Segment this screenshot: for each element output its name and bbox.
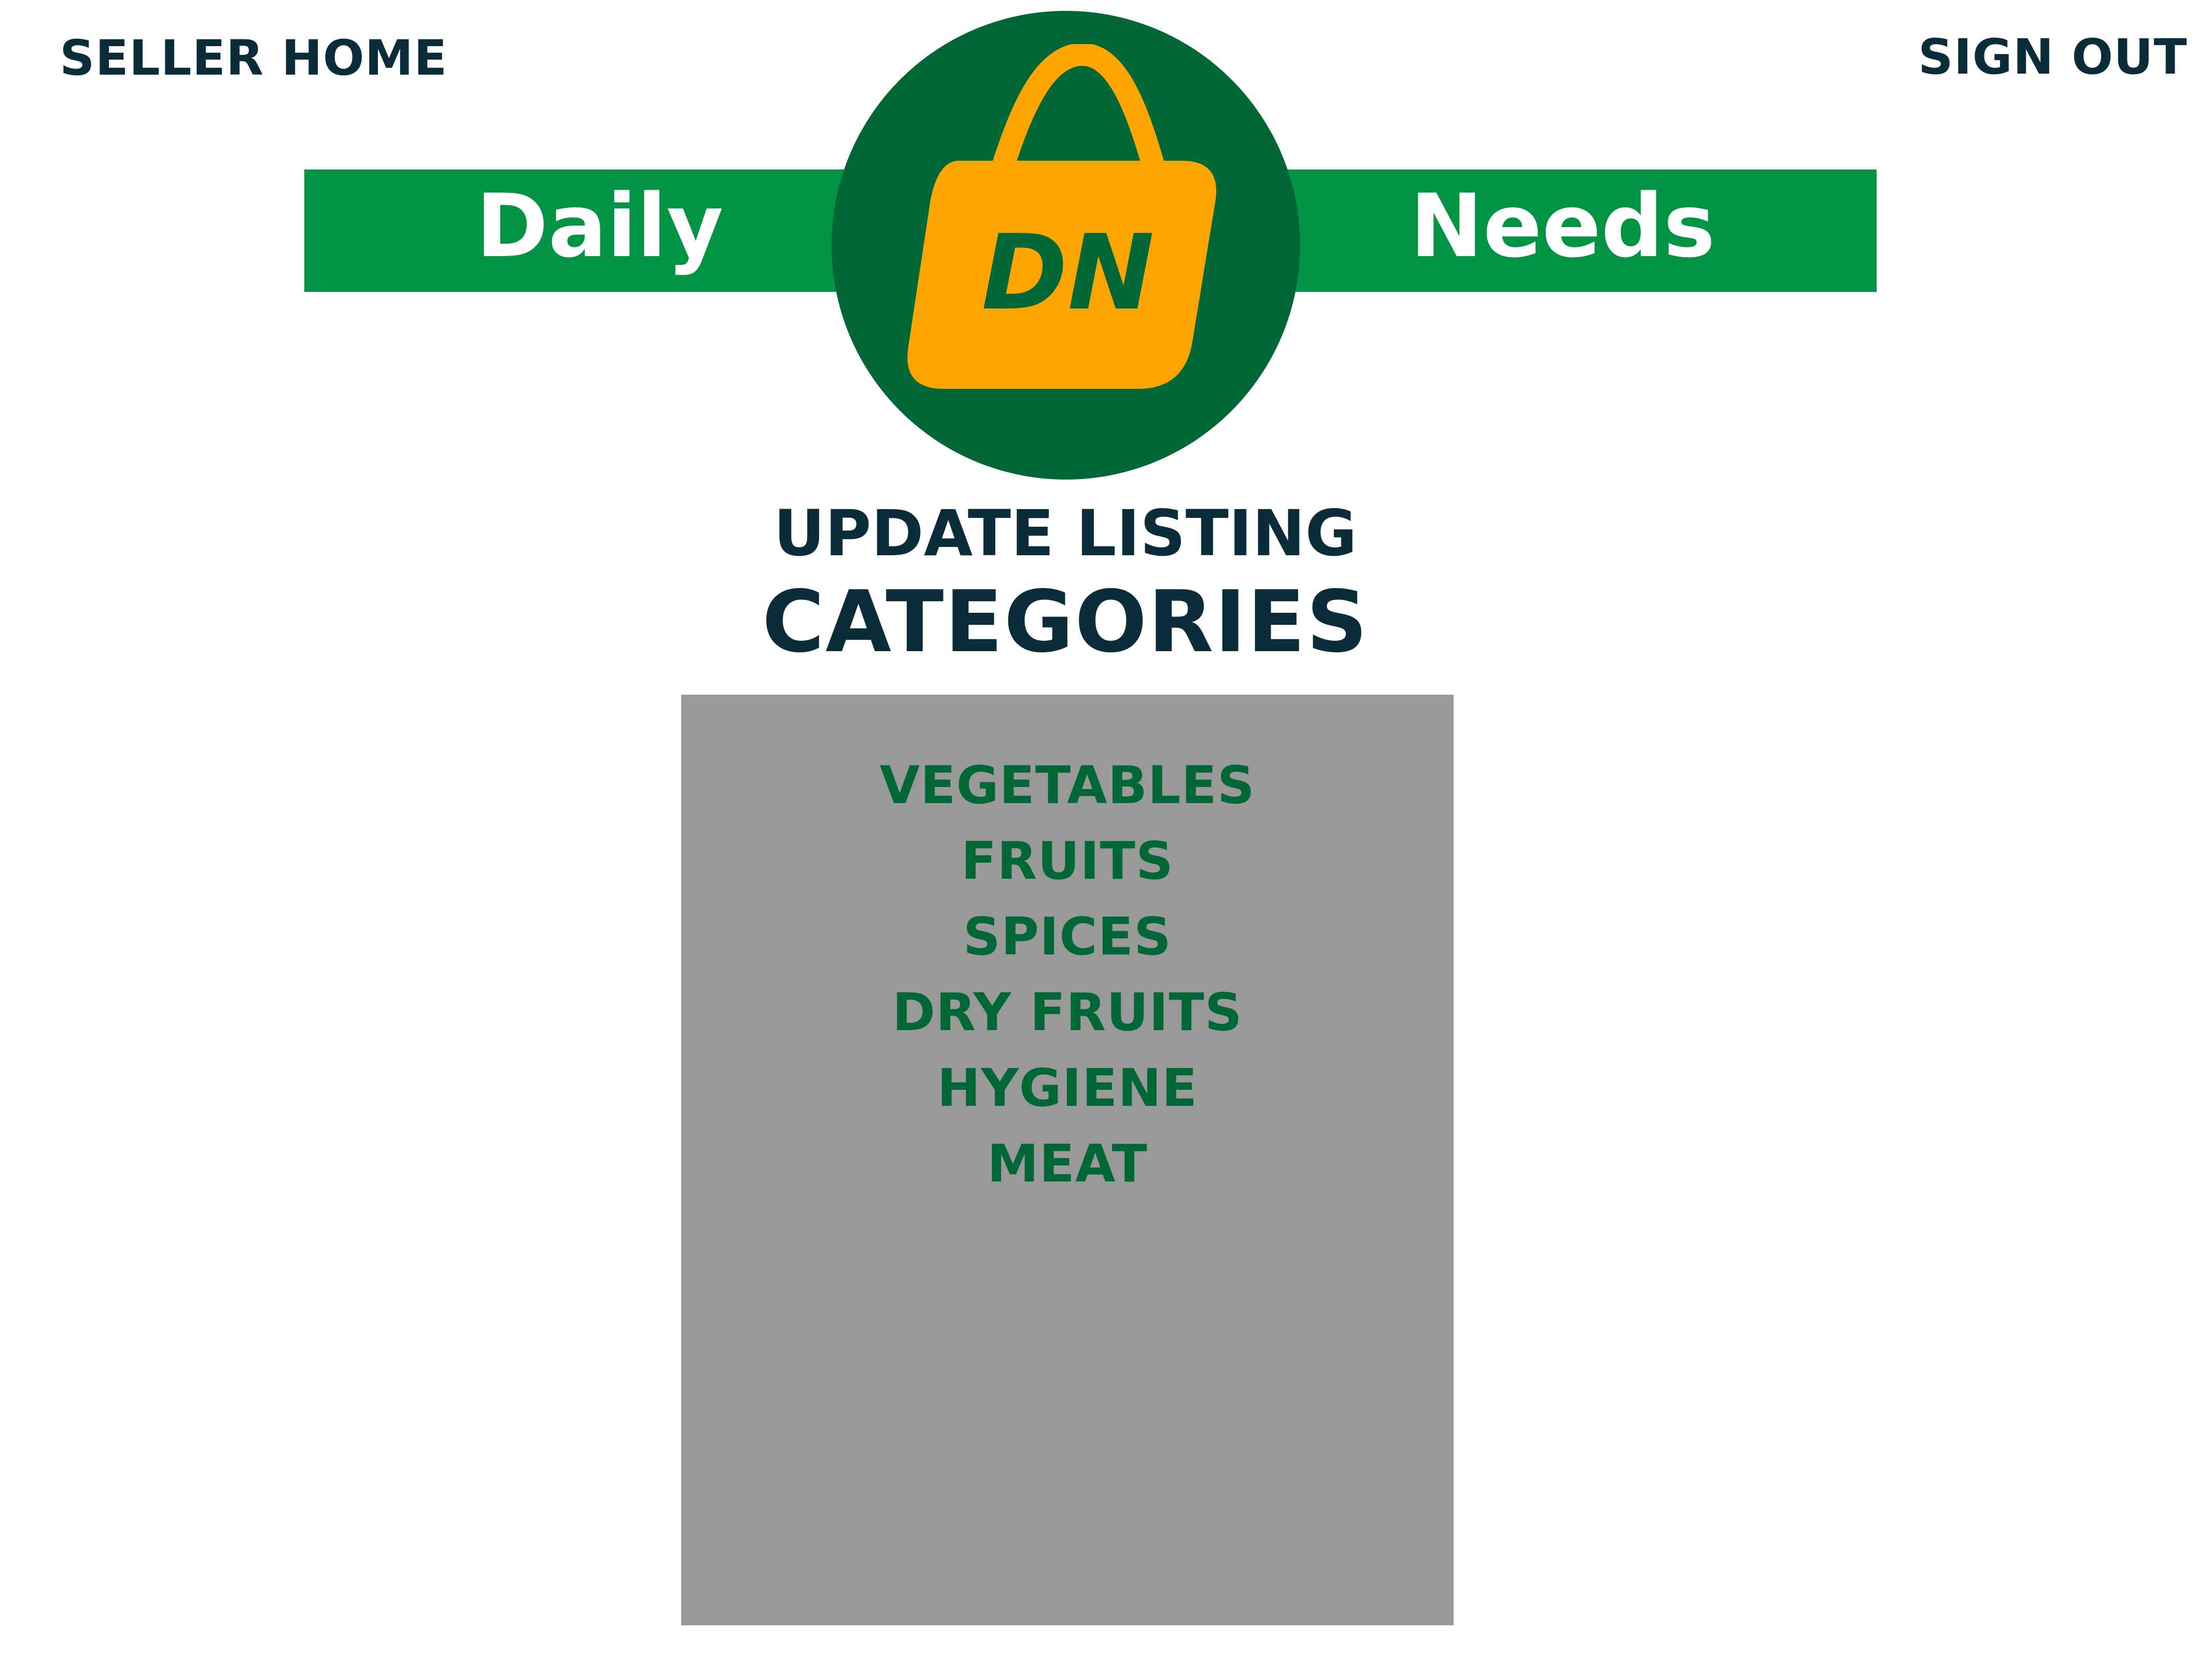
sign-out-link[interactable]: SIGN OUT (1918, 33, 2188, 82)
shopping-bag-logo-icon: DN (892, 44, 1244, 402)
category-item-fruits[interactable]: FRUITS (681, 823, 1454, 899)
brand-word-needs: Needs (1410, 175, 1715, 277)
category-item-meat[interactable]: MEAT (681, 1126, 1454, 1202)
category-item-vegetables[interactable]: VEGETABLES (681, 748, 1454, 823)
page-subtitle: CATEGORIES (762, 572, 1369, 671)
logo-initials: DN (981, 213, 1154, 333)
brand-word-daily: Daily (476, 175, 724, 277)
category-panel: VEGETABLES FRUITS SPICES DRY FRUITS HYGI… (681, 695, 1454, 1625)
category-item-dry-fruits[interactable]: DRY FRUITS (681, 975, 1454, 1050)
seller-home-link[interactable]: SELLER HOME (60, 34, 447, 83)
category-item-spices[interactable]: SPICES (681, 899, 1454, 975)
category-item-hygiene[interactable]: HYGIENE (681, 1050, 1454, 1126)
page-title: UPDATE LISTING (773, 497, 1357, 570)
category-list: VEGETABLES FRUITS SPICES DRY FRUITS HYGI… (681, 748, 1454, 1202)
